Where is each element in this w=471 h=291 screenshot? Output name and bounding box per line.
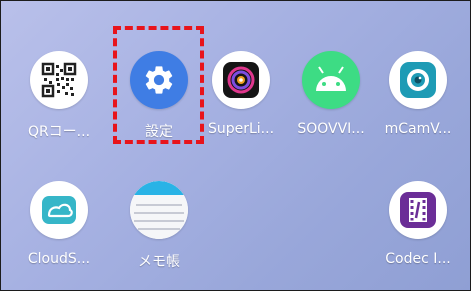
eye-camera-icon bbox=[389, 51, 447, 109]
film-icon bbox=[389, 181, 447, 239]
app-label: CloudS... bbox=[27, 251, 91, 267]
settings-highlight-box bbox=[113, 26, 204, 144]
app-codec[interactable]: Codec I... bbox=[375, 181, 461, 290]
notepad-icon bbox=[130, 181, 188, 239]
app-mcam[interactable]: mCamV... bbox=[375, 51, 461, 161]
app-label: QRコー... bbox=[27, 124, 91, 140]
app-label: SuperLi... bbox=[207, 121, 275, 137]
app-label: mCamV... bbox=[384, 121, 452, 137]
android-icon bbox=[302, 51, 360, 109]
camera-lens-icon bbox=[212, 51, 270, 109]
app-label: SOOVVI... bbox=[297, 121, 365, 137]
app-label: Codec I... bbox=[385, 251, 451, 267]
app-cloud[interactable]: CloudS... bbox=[16, 181, 102, 290]
cloud-icon bbox=[30, 181, 88, 239]
app-soovvi[interactable]: SOOVVI... bbox=[288, 51, 374, 161]
app-superlive[interactable]: SuperLi... bbox=[198, 51, 284, 161]
app-memo[interactable]: メモ帳 bbox=[116, 181, 202, 290]
app-qr-code[interactable]: QRコー... bbox=[16, 51, 102, 161]
app-label: メモ帳 bbox=[138, 254, 180, 270]
qr-code-icon bbox=[30, 51, 88, 109]
home-screen: QRコー... 設定 SuperLi... SOOVVI... mCamV...… bbox=[0, 0, 471, 291]
